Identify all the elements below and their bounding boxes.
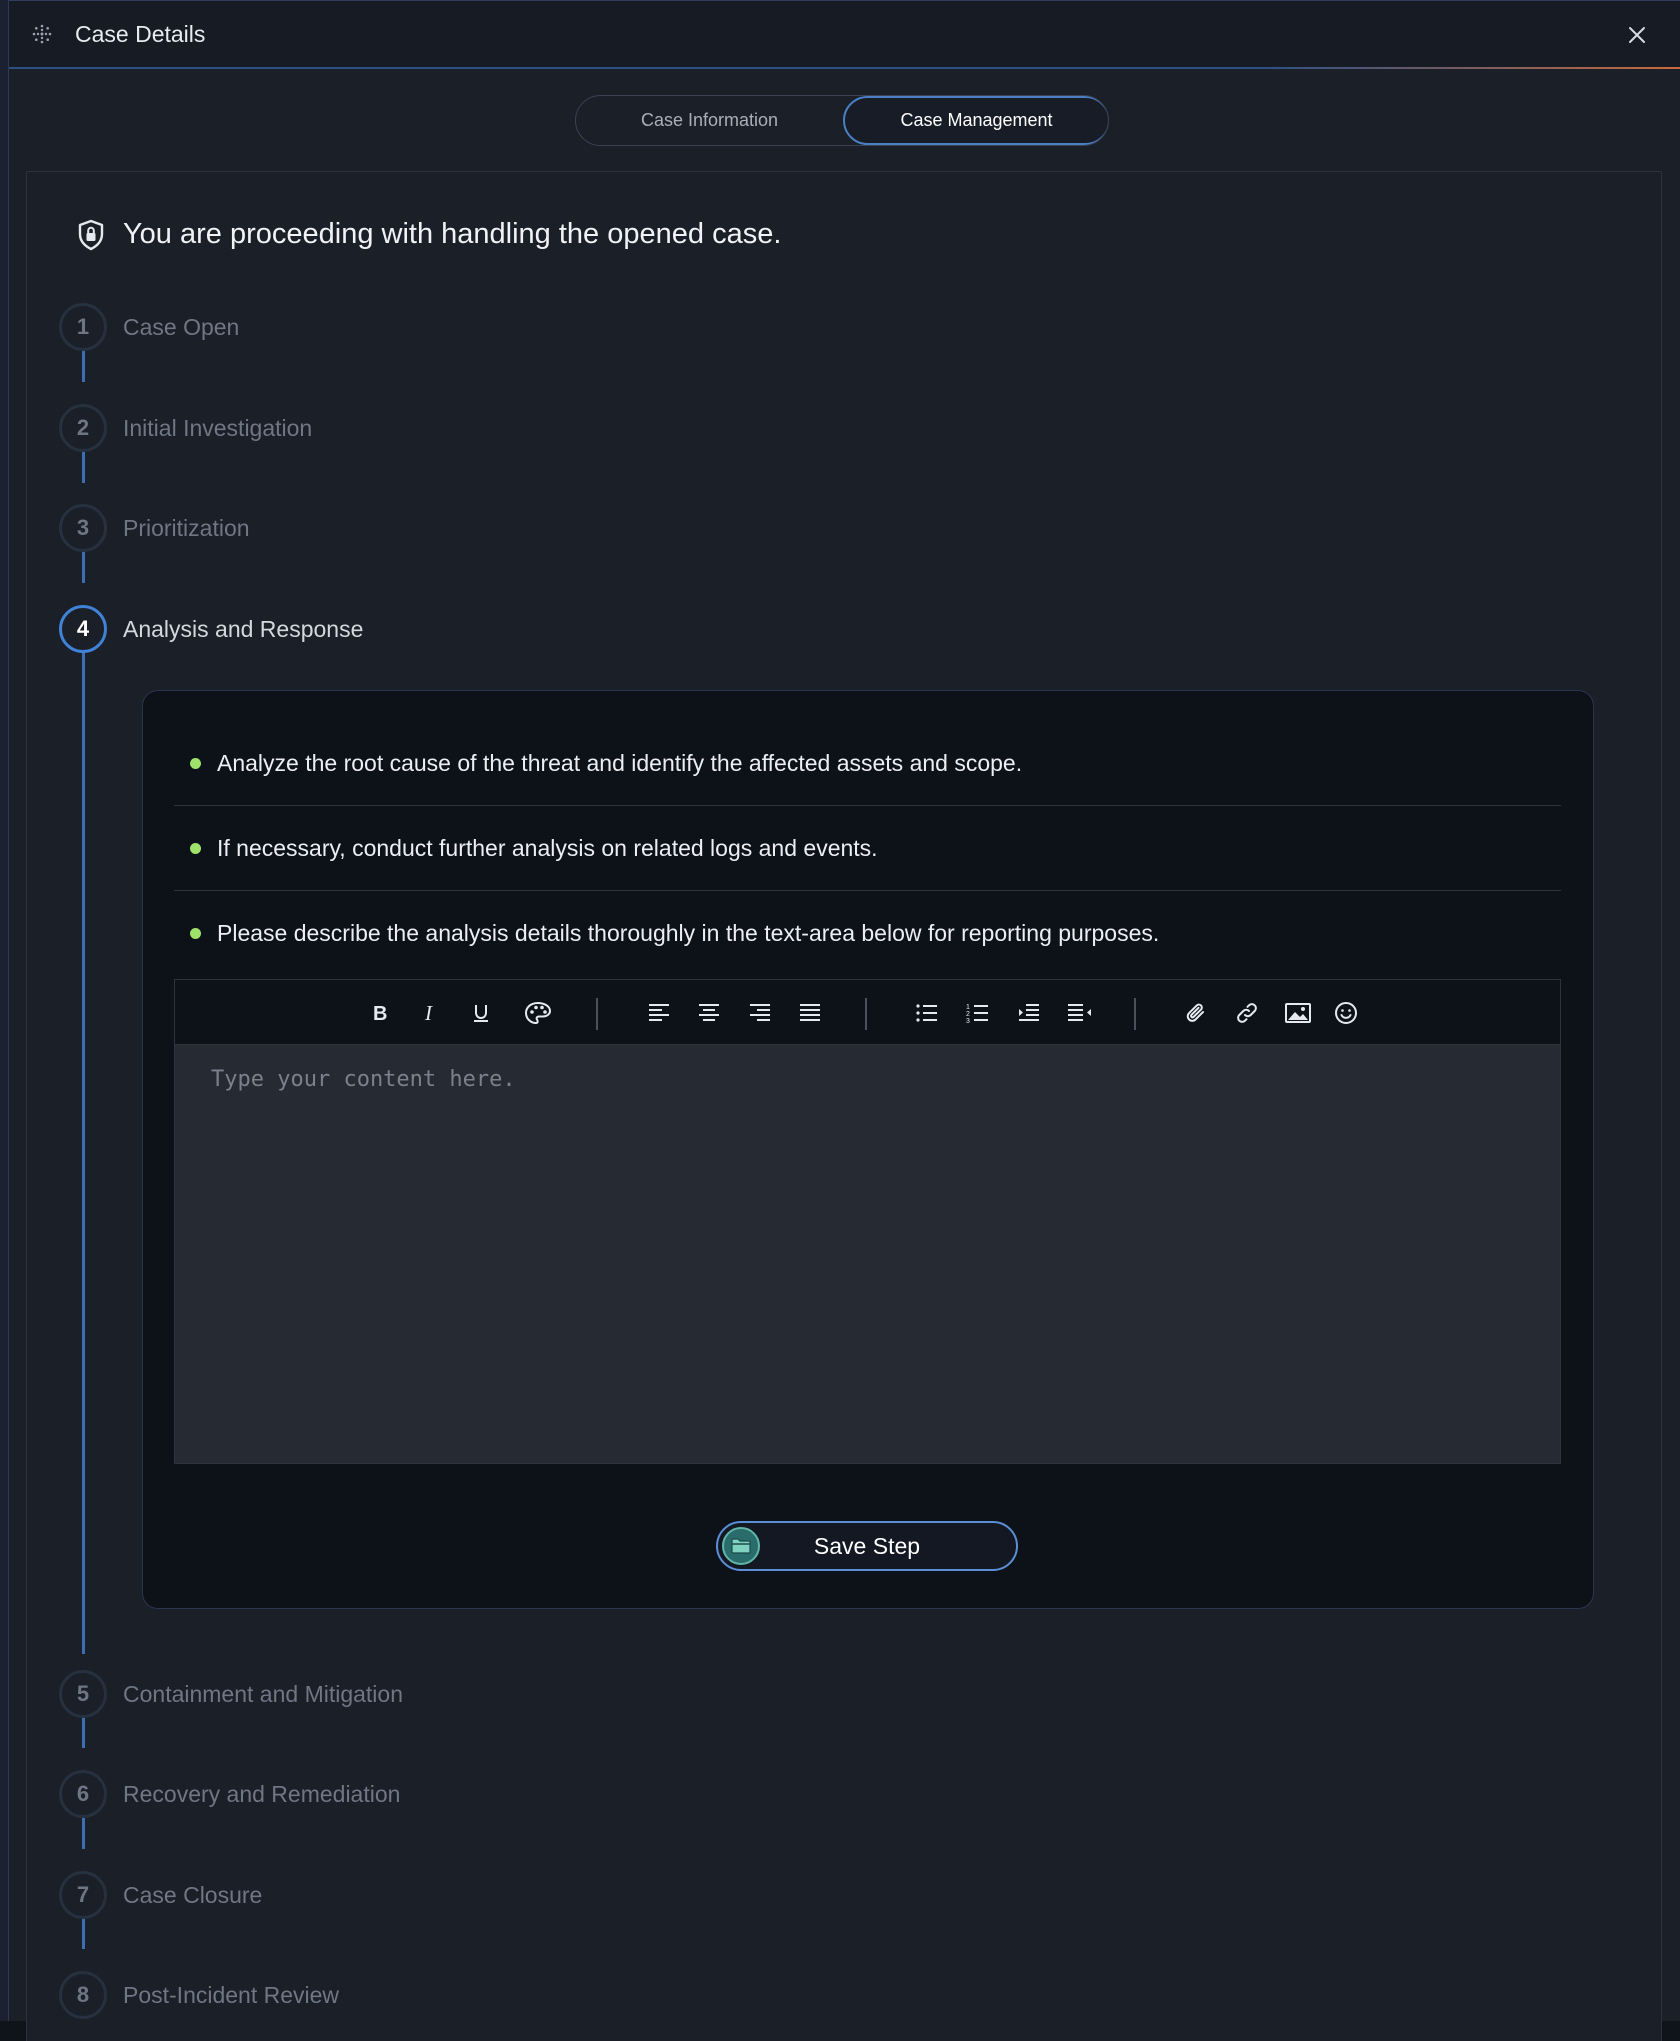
instruction-text: Please describe the analysis details tho… <box>217 920 1160 946</box>
tab-case-management[interactable]: Case Management <box>843 96 1108 145</box>
align-right-icon[interactable] <box>743 996 777 1030</box>
svg-text:3: 3 <box>966 1018 970 1024</box>
step-number: 6 <box>59 1770 107 1818</box>
case-management-panel: You are proceeding with handling the ope… <box>26 171 1662 2041</box>
panel-heading: You are proceeding with handling the ope… <box>77 218 781 251</box>
timeline-connector <box>82 633 85 1654</box>
step-label: Analysis and Response <box>123 615 364 642</box>
image-icon[interactable] <box>1281 996 1315 1030</box>
bullet-list-icon[interactable] <box>910 996 944 1030</box>
editor-placeholder: Type your content here. <box>211 1067 516 1092</box>
title-bar: Case Details <box>9 1 1680 69</box>
step-label: Recovery and Remediation <box>123 1780 401 1807</box>
underline-icon[interactable] <box>464 996 498 1030</box>
align-justify-icon[interactable] <box>793 996 827 1030</box>
step-number: 5 <box>59 1670 107 1718</box>
step-number: 2 <box>59 404 107 452</box>
toolbar-divider <box>865 998 867 1030</box>
cog-dots-icon <box>31 23 53 45</box>
save-step-label: Save Step <box>813 1532 921 1559</box>
step-number: 7 <box>59 1871 107 1919</box>
step-number: 8 <box>59 1971 107 2019</box>
step-label: Containment and Mitigation <box>123 1680 403 1707</box>
bullet-dot <box>190 842 201 854</box>
shield-lock-icon <box>78 219 104 250</box>
instruction-text: If necessary, conduct further analysis o… <box>217 834 878 861</box>
step-recovery-and-remediation[interactable]: 6 Recovery and Remediation <box>59 1770 400 1818</box>
italic-icon[interactable]: I <box>413 996 447 1030</box>
tab-bar: Case Information Case Management <box>575 95 1109 146</box>
step-detail-card: Analyze the root cause of the threat and… <box>142 690 1594 1609</box>
heading-text: You are proceeding with handling the ope… <box>123 218 782 250</box>
step-case-closure[interactable]: 7 Case Closure <box>59 1871 262 1919</box>
numbered-list-icon[interactable]: 123 <box>961 996 995 1030</box>
step-label: Prioritization <box>123 514 250 541</box>
step-analysis-and-response[interactable]: 4 Analysis and Response <box>59 605 363 653</box>
palette-icon[interactable] <box>521 996 555 1030</box>
editor-toolbar: B I 1 2 3 <box>175 980 1560 1045</box>
step-containment-and-mitigation[interactable]: 5 Containment and Mitigation <box>59 1670 403 1718</box>
indent-icon[interactable] <box>1012 996 1046 1030</box>
case-details-modal: Case Details Case Information Case Manag… <box>8 0 1680 2041</box>
svg-text:1: 1 <box>966 1004 970 1011</box>
instruction-item: If necessary, conduct further analysis o… <box>174 806 1561 891</box>
bullet-dot <box>190 928 201 939</box>
step-prioritization[interactable]: 3 Prioritization <box>59 504 250 552</box>
step-number: 3 <box>59 504 107 552</box>
bullet-dot <box>190 757 201 769</box>
instruction-text: Analyze the root cause of the threat and… <box>217 749 1023 776</box>
editor-textarea[interactable]: Type your content here. <box>175 1045 1560 1463</box>
align-left-icon[interactable] <box>642 996 676 1030</box>
step-label: Case Closure <box>123 1881 263 1908</box>
step-case-open[interactable]: 1 Case Open <box>59 303 239 351</box>
link-icon[interactable] <box>1230 996 1264 1030</box>
step-number: 1 <box>59 303 107 351</box>
step-label: Initial Investigation <box>123 414 313 441</box>
align-center-icon[interactable] <box>692 996 726 1030</box>
step-number: 4 <box>59 605 107 653</box>
close-icon[interactable] <box>1622 20 1652 50</box>
step-label: Post-Incident Review <box>123 1981 340 2008</box>
background-edge <box>0 0 8 2021</box>
step-initial-investigation[interactable]: 2 Initial Investigation <box>59 404 312 452</box>
save-step-button[interactable]: Save Step <box>716 1521 1018 1571</box>
tab-case-information[interactable]: Case Information <box>576 96 843 145</box>
svg-text:B: B <box>373 1003 387 1024</box>
outdent-icon[interactable] <box>1062 996 1096 1030</box>
folder-icon <box>722 1527 760 1565</box>
emoji-icon[interactable] <box>1329 996 1363 1030</box>
instruction-item: Please describe the analysis details tho… <box>174 891 1561 976</box>
bold-icon[interactable]: B <box>363 996 397 1030</box>
svg-text:I: I <box>424 1002 433 1024</box>
window-title: Case Details <box>75 20 206 47</box>
svg-text:2: 2 <box>966 1011 970 1018</box>
instruction-item: Analyze the root cause of the threat and… <box>174 721 1561 806</box>
step-post-incident-review[interactable]: 8 Post-Incident Review <box>59 1971 339 2019</box>
attachment-icon[interactable] <box>1179 996 1213 1030</box>
toolbar-divider <box>1134 998 1136 1030</box>
toolbar-divider <box>596 998 598 1030</box>
step-label: Case Open <box>123 313 240 340</box>
rich-text-editor: B I 1 2 3 Type your content here. <box>174 979 1561 1464</box>
